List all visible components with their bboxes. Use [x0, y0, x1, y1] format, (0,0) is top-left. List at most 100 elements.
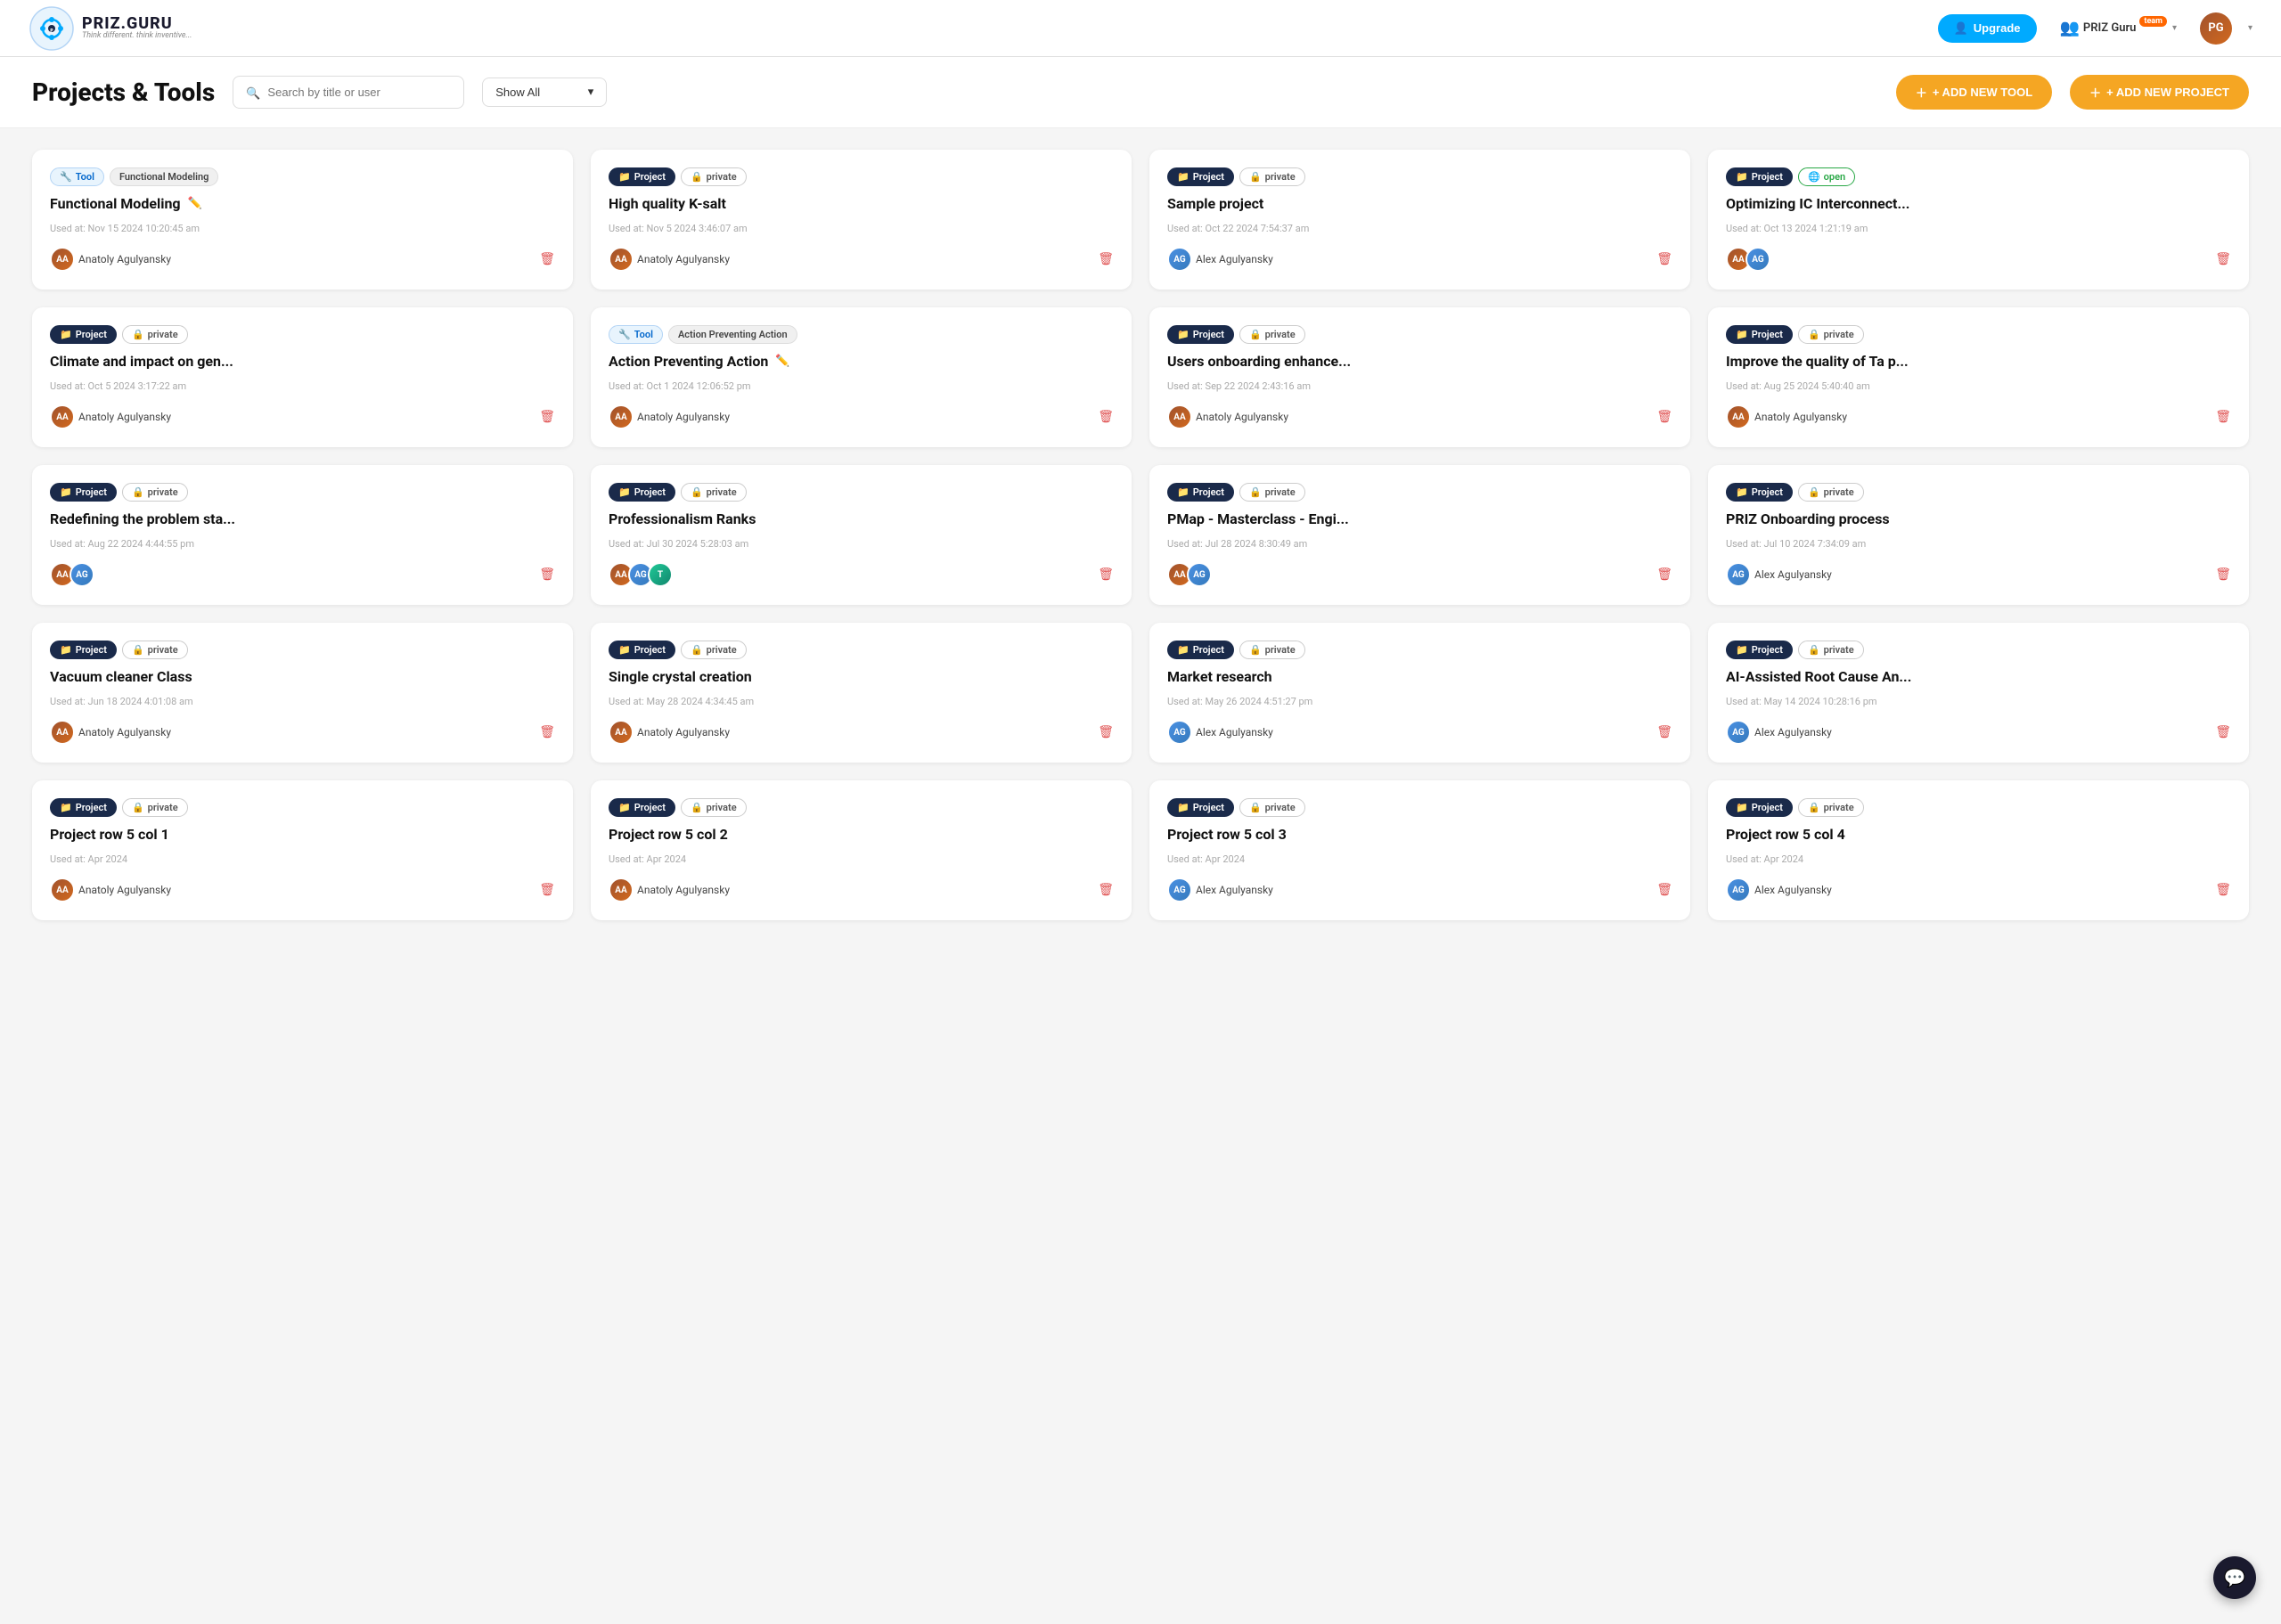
add-project-button[interactable]: ＋ + ADD NEW PROJECT [2070, 75, 2249, 110]
delete-button[interactable]: 🗑 [1098, 567, 1114, 582]
dropdown-chevron-icon: ▾ [588, 86, 594, 99]
card: 📁 Project 🔒 private Market research Used… [1149, 623, 1690, 763]
card-title: Market research [1167, 668, 1672, 685]
filter-dropdown[interactable]: Show All Projects Tools ▾ [482, 78, 607, 107]
card-date: Used at: May 28 2024 4:34:45 am [609, 696, 1114, 707]
edit-icon[interactable]: ✏️ [188, 197, 202, 210]
user-name: Alex Agulyansky [1196, 253, 1273, 265]
delete-button[interactable]: 🗑 [1098, 883, 1114, 897]
card-tags: 📁 Project 🔒 private [1167, 325, 1672, 344]
filter-select[interactable]: Show All Projects Tools [495, 86, 580, 99]
add-project-label: + ADD NEW PROJECT [2106, 86, 2229, 99]
avatar-list: AA Anatoly Agulyansky [1726, 404, 1847, 429]
tag-project: 📁 Project [1167, 641, 1234, 659]
delete-button[interactable]: 🗑 [1656, 252, 1672, 266]
avatar-list: AA AG [1726, 247, 1765, 272]
project-icon: 📁 [60, 329, 72, 340]
card: 📁 Project 🌐 open Optimizing IC Interconn… [1708, 150, 2249, 290]
card-title: Redefining the problem sta... [50, 510, 555, 527]
tool-icon: 🔧 [618, 329, 631, 340]
tag-label: Project [1193, 802, 1224, 813]
tag-project: 📁 Project [609, 167, 675, 186]
card-footer: AA Anatoly Agulyansky 🗑 [1726, 404, 2231, 429]
tag-project: 📁 Project [1726, 325, 1793, 344]
avatar-sm: AA [1726, 404, 1751, 429]
avatar-sm: T [648, 562, 673, 587]
add-tool-button[interactable]: ＋ + ADD NEW TOOL [1896, 75, 2052, 110]
avatar-sm: AA [50, 404, 75, 429]
user-name: Anatoly Agulyansky [637, 726, 730, 739]
delete-button[interactable]: 🗑 [539, 410, 555, 424]
delete-button[interactable]: 🗑 [2215, 725, 2231, 739]
avatar[interactable]: PG [2200, 12, 2232, 45]
card-date: Used at: Apr 2024 [1167, 853, 1672, 865]
delete-button[interactable]: 🗑 [1098, 410, 1114, 424]
tag-private: 🔒 private [1239, 167, 1305, 186]
card-date: Used at: Sep 22 2024 2:43:16 am [1167, 380, 1672, 392]
tag-private: 🔒 private [122, 798, 188, 817]
user-name: Alex Agulyansky [1754, 884, 1832, 896]
add-tool-label: + ADD NEW TOOL [1933, 86, 2032, 99]
private-icon: 🔒 [691, 171, 703, 183]
card: 📁 Project 🔒 private Professionalism Rank… [591, 465, 1132, 605]
tag-label: private [1265, 171, 1296, 183]
card-title: Action Preventing Action ✏️ [609, 353, 1114, 370]
tag-project: 📁 Project [1726, 641, 1793, 659]
card-date: Used at: Oct 1 2024 12:06:52 pm [609, 380, 1114, 392]
tag-label: Project [76, 802, 107, 813]
tag-label: Project [634, 802, 666, 813]
tag-private: 🔒 private [1798, 798, 1864, 817]
logo[interactable]: P PRIZ.GURU Think different. think inven… [29, 5, 192, 52]
user-icon: 👥 [2060, 19, 2080, 37]
card-date: Used at: Apr 2024 [1726, 853, 2231, 865]
delete-button[interactable]: 🗑 [2215, 252, 2231, 266]
tag-label: Project [1752, 171, 1783, 183]
delete-button[interactable]: 🗑 [1098, 725, 1114, 739]
card-footer: AA Anatoly Agulyansky 🗑 [609, 404, 1114, 429]
card-footer: AG Alex Agulyansky 🗑 [1726, 877, 2231, 902]
tag-label: private [1265, 644, 1296, 656]
tag-private: 🔒 private [122, 641, 188, 659]
tag-label: Project [1752, 486, 1783, 498]
edit-icon[interactable]: ✏️ [775, 355, 789, 368]
card: 📁 Project 🔒 private Project row 5 col 4 … [1708, 780, 2249, 920]
card-date: Used at: Apr 2024 [50, 853, 555, 865]
tag-open: 🌐 open [1798, 167, 1855, 186]
delete-button[interactable]: 🗑 [2215, 883, 2231, 897]
card-footer: AA Anatoly Agulyansky 🗑 [50, 720, 555, 745]
avatar-chevron-icon[interactable]: ▾ [2248, 23, 2252, 33]
tool-icon: 🔧 [60, 171, 72, 183]
project-icon: 📁 [618, 486, 631, 498]
header: P PRIZ.GURU Think different. think inven… [0, 0, 2281, 57]
delete-button[interactable]: 🗑 [539, 567, 555, 582]
tag-label: Project [76, 329, 107, 340]
project-icon: 📁 [618, 171, 631, 183]
search-input[interactable] [267, 86, 451, 99]
upgrade-button[interactable]: 👤 Upgrade [1938, 14, 2037, 43]
delete-button[interactable]: 🗑 [1656, 883, 1672, 897]
project-icon: 📁 [60, 644, 72, 656]
avatar-list: AA Anatoly Agulyansky [609, 247, 730, 272]
tag-label: private [1824, 486, 1854, 498]
avatar-sm: AG [1187, 562, 1212, 587]
user-name: Anatoly Agulyansky [637, 411, 730, 423]
delete-button[interactable]: 🗑 [539, 883, 555, 897]
card: 🔧 Tool Action Preventing Action Action P… [591, 307, 1132, 447]
user-menu[interactable]: 👥 PRIZ Guru team ▾ [2051, 13, 2186, 43]
delete-button[interactable]: 🗑 [2215, 410, 2231, 424]
project-icon: 📁 [1177, 329, 1190, 340]
delete-button[interactable]: 🗑 [1656, 567, 1672, 582]
delete-button[interactable]: 🗑 [539, 725, 555, 739]
add-tool-plus-icon: ＋ [1916, 84, 1927, 101]
search-box[interactable] [233, 76, 464, 109]
tag-label: private [1824, 329, 1854, 340]
delete-button[interactable]: 🗑 [1656, 410, 1672, 424]
delete-button[interactable]: 🗑 [1656, 725, 1672, 739]
delete-button[interactable]: 🗑 [539, 252, 555, 266]
tag-label: Project [634, 171, 666, 183]
tag-private: 🔒 private [681, 483, 747, 502]
chat-fab[interactable]: 💬 [2213, 1556, 2256, 1599]
delete-button[interactable]: 🗑 [1098, 252, 1114, 266]
delete-button[interactable]: 🗑 [2215, 567, 2231, 582]
upgrade-label: Upgrade [1974, 21, 2021, 35]
